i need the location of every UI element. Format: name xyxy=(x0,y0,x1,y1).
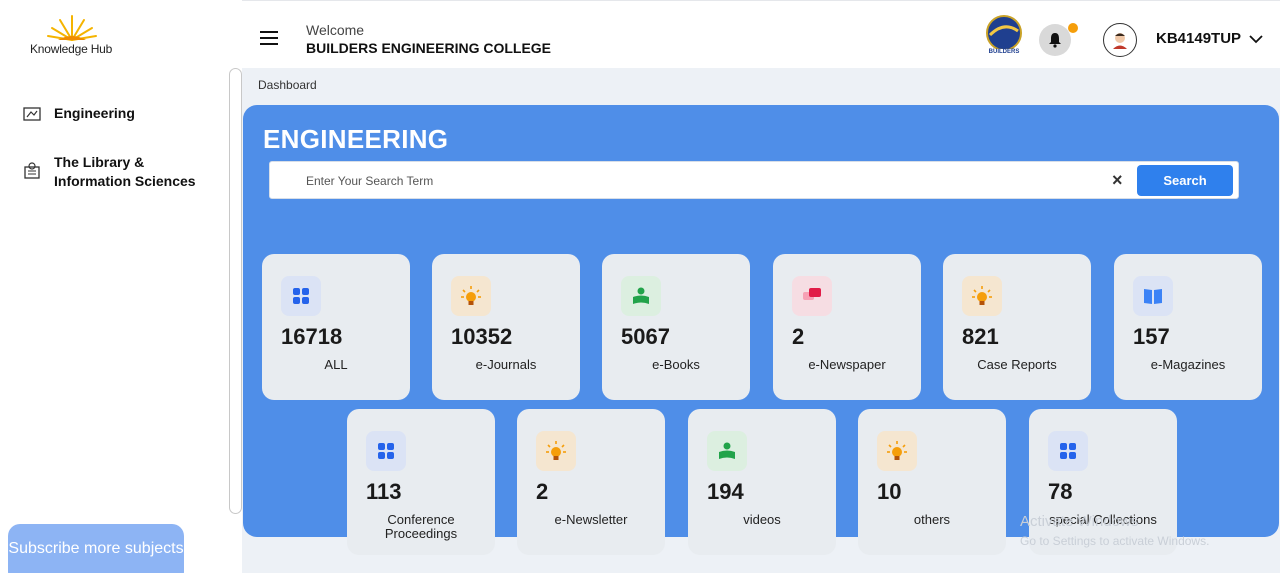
card-conference-proceedings[interactable]: 113 Conference Proceedings xyxy=(347,409,495,555)
card-count: 10352 xyxy=(451,324,513,349)
book-icon xyxy=(1133,276,1173,316)
reader-icon xyxy=(621,276,661,316)
reader-icon xyxy=(707,431,747,471)
card-count: 10 xyxy=(877,479,902,504)
card-count: 2 xyxy=(792,324,805,349)
sidebar: Knowledge Hub Engineering The Library & … xyxy=(0,0,228,573)
hamburger-menu-icon[interactable] xyxy=(260,31,278,45)
card-label: Case Reports xyxy=(977,357,1057,372)
card-e-journals[interactable]: 10352 e-Journals xyxy=(432,254,580,400)
library-icon xyxy=(22,161,42,181)
grid-icon xyxy=(1048,431,1088,471)
clear-search-icon[interactable]: × xyxy=(1112,170,1123,191)
sidebar-item-engineering[interactable]: Engineering xyxy=(22,104,135,124)
college-logo: BUILDERS xyxy=(984,15,1024,59)
card-label: e-Newspaper xyxy=(808,357,886,372)
knowledge-hub-logo[interactable]: Knowledge Hub xyxy=(22,12,122,60)
card-count: 194 xyxy=(707,479,744,504)
bulb-icon xyxy=(536,431,576,471)
bell-icon xyxy=(1049,33,1061,48)
card-e-magazines[interactable]: 157 e-Magazines xyxy=(1114,254,1262,400)
college-name: BUILDERS ENGINEERING COLLEGE xyxy=(306,40,552,56)
card-case-reports[interactable]: 821 Case Reports xyxy=(943,254,1091,400)
page: Knowledge Hub Engineering The Library & … xyxy=(0,0,1280,573)
card-label: e-Journals xyxy=(475,357,537,372)
card-count: 5067 xyxy=(621,324,670,349)
chat-icon xyxy=(792,276,832,316)
bulb-icon xyxy=(962,276,1002,316)
breadcrumb[interactable]: Dashboard xyxy=(258,78,317,92)
card-e-books[interactable]: 5067 e-Books xyxy=(602,254,750,400)
card-all[interactable]: 16718 ALL xyxy=(262,254,410,400)
card-special-collections[interactable]: 78 special Collections xyxy=(1029,409,1177,555)
sidebar-item-library[interactable]: The Library & Information Sciences xyxy=(22,153,196,191)
card-count: 16718 xyxy=(281,324,343,349)
card-count: 821 xyxy=(962,324,999,349)
card-label: special Collections xyxy=(1049,512,1157,527)
card-label: e-Newsletter xyxy=(554,512,628,527)
notifications-button[interactable] xyxy=(1039,24,1071,56)
welcome-text: Welcome xyxy=(306,22,365,38)
chevron-down-icon[interactable] xyxy=(1249,35,1263,44)
page-title: ENGINEERING xyxy=(263,124,449,154)
card-label: others xyxy=(913,512,951,527)
card-videos[interactable]: 194 videos xyxy=(688,409,836,555)
card-label: e-Magazines xyxy=(1150,357,1226,372)
bulb-icon xyxy=(877,431,917,471)
bulb-icon xyxy=(451,276,491,316)
sun-logo-icon xyxy=(47,15,97,41)
card-label: ALL xyxy=(324,357,348,372)
search-input[interactable] xyxy=(306,171,1086,191)
subscribe-more-button[interactable]: Subscribe more subjects xyxy=(8,524,184,573)
engineering-icon xyxy=(22,104,42,124)
search-button[interactable]: Search xyxy=(1137,165,1233,196)
search-bar: × Search xyxy=(269,161,1239,199)
card-others[interactable]: 10 others xyxy=(858,409,1006,555)
card-count: 113 xyxy=(366,479,402,504)
grid-icon xyxy=(366,431,406,471)
card-label: Conference Proceedings xyxy=(384,512,458,541)
notification-dot xyxy=(1068,23,1078,33)
main-content: Dashboard ENGINEERING × Search 16718 ALL… xyxy=(242,68,1280,573)
card-count: 157 xyxy=(1133,324,1170,349)
card-e-newspaper[interactable]: 2 e-Newspaper xyxy=(773,254,921,400)
card-label: e-Books xyxy=(652,357,700,372)
card-count: 2 xyxy=(536,479,549,504)
card-e-newsletter[interactable]: 2 e-Newsletter xyxy=(517,409,665,555)
sidebar-item-label: Engineering xyxy=(54,105,135,121)
avatar[interactable] xyxy=(1103,23,1137,57)
grid-icon xyxy=(281,276,321,316)
user-avatar-icon xyxy=(1113,33,1127,49)
sidebar-item-label: The Library & Information Sciences xyxy=(54,154,196,189)
college-logo-text: BUILDERS xyxy=(988,49,1020,55)
card-label: videos xyxy=(743,512,781,527)
card-count: 78 xyxy=(1048,479,1073,504)
top-header: Welcome BUILDERS ENGINEERING COLLEGE BUI… xyxy=(242,0,1280,68)
logo-text: Knowledge Hub xyxy=(30,42,113,56)
user-name[interactable]: KB4149TUP xyxy=(1156,30,1241,47)
sidebar-scrollbar[interactable] xyxy=(229,68,242,514)
